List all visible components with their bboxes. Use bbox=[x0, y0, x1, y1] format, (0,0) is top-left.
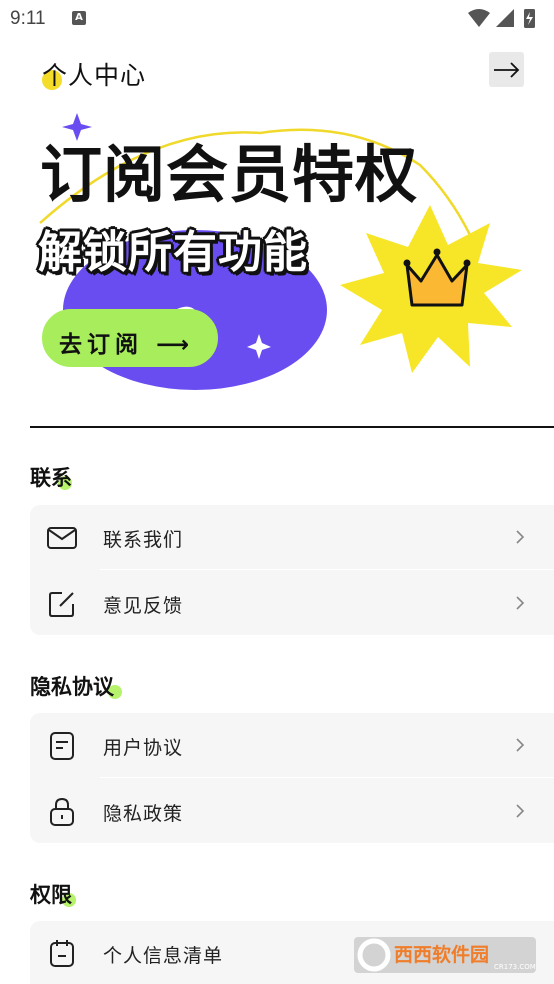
page-title: 个人中心 bbox=[42, 61, 147, 90]
calendar-icon bbox=[50, 940, 74, 967]
edit-icon bbox=[49, 592, 74, 617]
chevron-right-icon bbox=[516, 530, 525, 544]
list-item-label: 隐私政策 bbox=[103, 803, 184, 825]
status-icons bbox=[468, 9, 535, 28]
list-item-label: 意见反馈 bbox=[103, 595, 184, 617]
status-time: 9:11 bbox=[10, 8, 46, 29]
row-separator bbox=[100, 569, 554, 570]
list-item-user-agreement[interactable]: 用户协议 bbox=[30, 713, 554, 778]
list-item-label: 用户协议 bbox=[103, 737, 184, 759]
divider bbox=[30, 426, 554, 428]
list-item-privacy-policy[interactable]: 隐私政策 bbox=[30, 779, 554, 843]
document-icon bbox=[50, 732, 74, 760]
list-item-label: 联系我们 bbox=[103, 529, 184, 551]
subscribe-button[interactable]: 去订阅 ⟶ bbox=[42, 309, 218, 367]
section-title-privacy: 隐私协议 bbox=[30, 675, 114, 699]
subscription-banner[interactable]: 订阅会员特权 解锁所有功能 去订阅 ⟶ bbox=[0, 105, 554, 395]
chevron-right-icon bbox=[516, 596, 525, 610]
chevron-right-icon bbox=[516, 804, 525, 818]
section-title-permissions: 权限 bbox=[30, 883, 72, 907]
contact-card: 联系我们 意见反馈 bbox=[30, 505, 554, 635]
header: 个人中心 bbox=[0, 48, 554, 93]
status-bar: 9:11 A bbox=[0, 0, 554, 38]
list-item-label: 个人信息清单 bbox=[103, 945, 224, 967]
list-item-feedback[interactable]: 意见反馈 bbox=[30, 571, 554, 635]
watermark-logo: 西西软件园 CR173.COM bbox=[354, 935, 536, 975]
svg-text:CR173.COM: CR173.COM bbox=[494, 963, 536, 971]
chevron-right-icon bbox=[516, 738, 525, 752]
exit-button[interactable] bbox=[489, 52, 524, 87]
wifi-icon bbox=[468, 9, 490, 27]
sparkle-purple-icon bbox=[62, 113, 92, 141]
subscribe-button-label: 去订阅 ⟶ bbox=[59, 332, 194, 358]
list-item-contact-us[interactable]: 联系我们 bbox=[30, 505, 554, 570]
privacy-card: 用户协议 隐私政策 bbox=[30, 713, 554, 843]
banner-subtitle: 解锁所有功能 bbox=[38, 227, 308, 278]
row-separator bbox=[100, 777, 554, 778]
mail-icon bbox=[47, 527, 77, 549]
section-title-contact: 联系 bbox=[30, 466, 72, 490]
svg-text:西西软件园: 西西软件园 bbox=[394, 943, 489, 966]
lock-icon bbox=[50, 797, 74, 826]
banner-title: 订阅会员特权 bbox=[40, 138, 419, 211]
notification-app-icon: A bbox=[72, 11, 86, 25]
signal-icon bbox=[496, 9, 514, 27]
arrow-right-icon bbox=[494, 62, 520, 78]
